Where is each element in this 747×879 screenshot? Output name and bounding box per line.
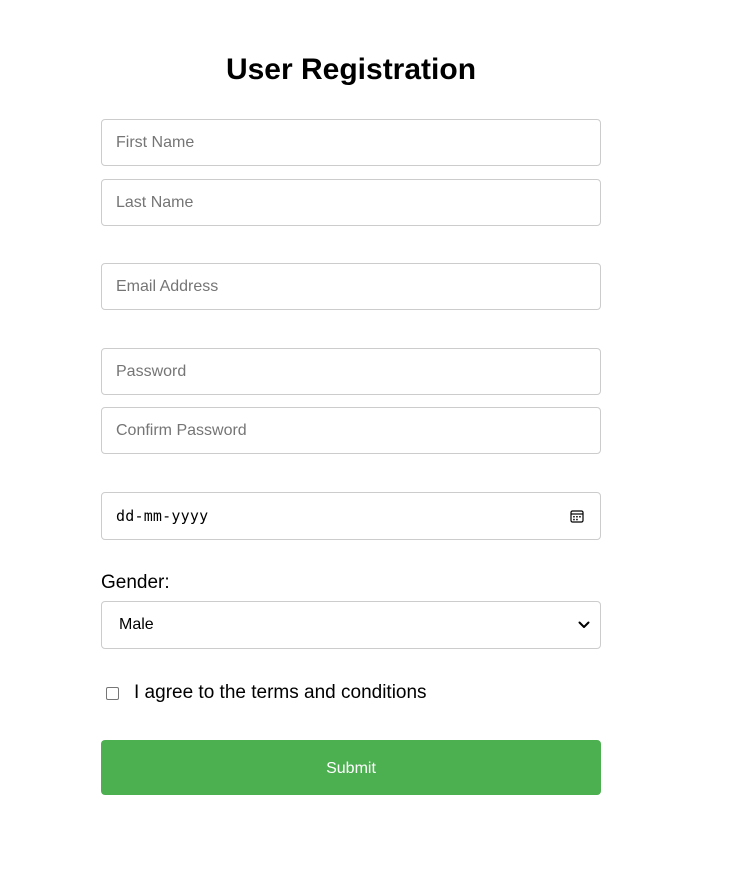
email-input[interactable]: [101, 263, 601, 310]
first-name-input[interactable]: [101, 119, 601, 166]
terms-row: I agree to the terms and conditions: [106, 681, 427, 705]
terms-checkbox[interactable]: [106, 686, 119, 700]
last-name-input[interactable]: [101, 179, 601, 226]
chevron-down-icon: [578, 621, 590, 628]
date-of-birth-input[interactable]: dd-mm-yyyy: [101, 492, 601, 540]
terms-label[interactable]: I agree to the terms and conditions: [134, 681, 427, 705]
calendar-icon[interactable]: [570, 509, 584, 523]
gender-selected-value: Male: [119, 616, 154, 633]
gender-label: Gender:: [101, 572, 170, 593]
registration-page: User Registration dd-mm-yyyy Gender: Mal…: [0, 0, 747, 879]
date-placeholder: dd-mm-yyyy: [116, 507, 209, 525]
page-title: User Registration: [225, 53, 477, 86]
submit-button[interactable]: Submit: [101, 740, 601, 795]
gender-select[interactable]: Male: [101, 601, 601, 649]
password-input[interactable]: [101, 348, 601, 395]
confirm-password-input[interactable]: [101, 407, 601, 454]
